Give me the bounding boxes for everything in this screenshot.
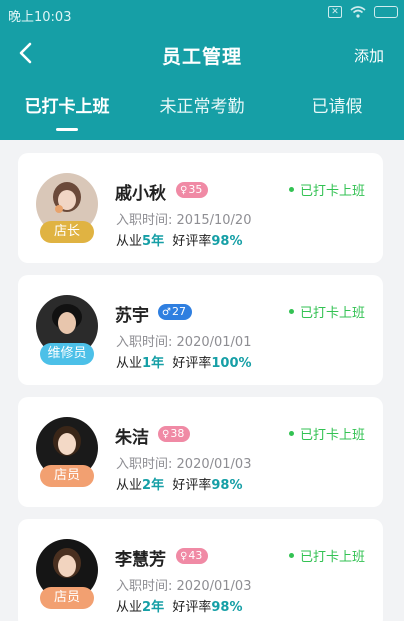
- employee-name: 苏宇: [115, 306, 149, 326]
- tab-bar: 已打卡上班 未正常考勤 已请假: [0, 92, 404, 132]
- tab-clocked-in[interactable]: 已打卡上班: [0, 92, 134, 117]
- join-date: 入职时间: 2020/01/03: [116, 457, 252, 472]
- female-icon: ♀: [162, 429, 170, 440]
- employee-name: 李慧芳: [115, 550, 166, 570]
- status-dot-icon: [288, 309, 294, 314]
- female-icon: ♀: [180, 185, 188, 196]
- stats-line: 从业2年 好评率98%: [116, 478, 243, 493]
- employee-card[interactable]: 店员 朱洁 ♀38 入职时间: 2020/01/03 从业2年 好评率98% 已…: [18, 397, 383, 507]
- gender-age-tag: ♀35: [176, 182, 209, 198]
- sim-icon: ✕: [328, 6, 342, 18]
- add-button[interactable]: 添加: [354, 45, 384, 66]
- gender-age-tag: ♀38: [158, 426, 191, 442]
- tab-abnormal-attendance[interactable]: 未正常考勤: [135, 92, 269, 117]
- status-dot-icon: [288, 553, 294, 558]
- role-badge: 店长: [40, 221, 94, 243]
- employee-card[interactable]: 店员 李慧芳 ♀43 入职时间: 2020/01/03 从业2年 好评率98% …: [18, 519, 383, 621]
- stats-line: 从业2年 好评率98%: [116, 600, 243, 615]
- status-icons: ✕: [328, 6, 398, 18]
- employee-card[interactable]: 店长 戚小秋 ♀35 入职时间: 2015/10/20 从业5年 好评率98% …: [18, 153, 383, 263]
- attendance-status: 已打卡上班: [288, 424, 365, 443]
- employee-name: 朱洁: [115, 428, 149, 448]
- status-time: 晚上10:03: [8, 10, 72, 25]
- gender-age-tag: ♂27: [158, 304, 192, 320]
- male-icon: ♂: [162, 307, 171, 318]
- employee-card[interactable]: 维修员 苏宇 ♂27 入职时间: 2020/01/01 从业1年 好评率100%…: [18, 275, 383, 385]
- join-date: 入职时间: 2015/10/20: [116, 213, 252, 228]
- attendance-status: 已打卡上班: [288, 180, 365, 199]
- battery-icon: [374, 6, 398, 18]
- role-badge: 店员: [40, 465, 94, 487]
- attendance-status: 已打卡上班: [288, 302, 365, 321]
- join-date: 入职时间: 2020/01/01: [116, 335, 252, 350]
- stats-line: 从业5年 好评率98%: [116, 234, 243, 249]
- female-icon: ♀: [180, 551, 188, 562]
- employee-name: 戚小秋: [115, 184, 166, 204]
- role-badge: 店员: [40, 587, 94, 609]
- status-dot-icon: [288, 431, 294, 436]
- app-header: 晚上10:03 ✕ 员工管理 添加 已打卡上班 未正常考勤 已请假: [0, 0, 404, 140]
- status-bar: 晚上10:03 ✕: [0, 0, 404, 26]
- attendance-status: 已打卡上班: [288, 546, 365, 565]
- gender-age-tag: ♀43: [176, 548, 209, 564]
- active-tab-indicator: [56, 128, 78, 131]
- employee-list: 店长 戚小秋 ♀35 入职时间: 2015/10/20 从业5年 好评率98% …: [0, 140, 404, 621]
- page-title: 员工管理: [161, 46, 242, 68]
- join-date: 入职时间: 2020/01/03: [116, 579, 252, 594]
- wifi-icon: [350, 6, 366, 18]
- tab-on-leave[interactable]: 已请假: [270, 92, 404, 117]
- stats-line: 从业1年 好评率100%: [116, 356, 252, 371]
- role-badge: 维修员: [40, 343, 94, 365]
- status-dot-icon: [288, 187, 294, 192]
